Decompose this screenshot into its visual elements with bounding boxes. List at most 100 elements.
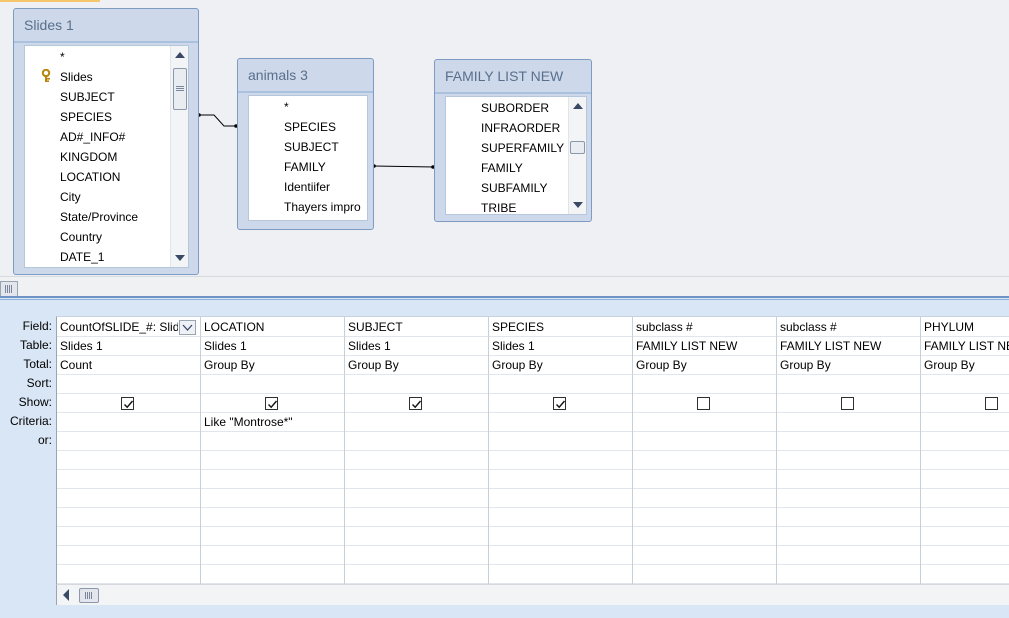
- field-item[interactable]: *: [25, 47, 170, 67]
- scroll-up-arrow-icon[interactable]: [569, 99, 586, 113]
- grid-cell-total[interactable]: Group By: [921, 356, 1009, 375]
- scroll-left-arrow-icon[interactable]: [61, 588, 71, 602]
- field-item[interactable]: AD#_INFO#: [25, 127, 170, 147]
- grid-cell-sort[interactable]: [57, 375, 198, 394]
- grid-cell-criteria[interactable]: [57, 413, 198, 432]
- field-item[interactable]: SUPERFAMILY: [446, 138, 568, 158]
- grid-cell-table[interactable]: FAMILY LIST NEW: [921, 337, 1009, 356]
- grid-cell-sort[interactable]: [345, 375, 486, 394]
- grid-cell-total[interactable]: Group By: [489, 356, 630, 375]
- grid-cell-total[interactable]: Group By: [201, 356, 342, 375]
- grid-cell-field[interactable]: subclass #: [633, 318, 774, 337]
- grid-cell-table[interactable]: FAMILY LIST NEW: [633, 337, 774, 356]
- field-item[interactable]: SUBJECT: [249, 137, 367, 157]
- field-list-box[interactable]: * SPECIES SUBJECT FAMILY Identiifer Thayers i…: [248, 95, 368, 221]
- grid-cell-criteria[interactable]: [345, 413, 486, 432]
- field-item[interactable]: City: [25, 187, 170, 207]
- field-item[interactable]: FAMILY: [249, 157, 367, 177]
- grid-cell-field[interactable]: SUBJECT: [345, 318, 486, 337]
- field-item[interactable]: Slides: [25, 67, 170, 87]
- grid-cell-or[interactable]: [489, 432, 630, 451]
- grid-cell-field[interactable]: CountOfSLIDE_#: Slide: [57, 318, 178, 337]
- grid-cell-total[interactable]: Group By: [345, 356, 486, 375]
- field-item[interactable]: LOCATION: [25, 167, 170, 187]
- field-list-slides-1[interactable]: Slides 1 * Slides SUBJECT SPECIES AD#_INFO# KI…: [13, 8, 199, 275]
- pane-splitter[interactable]: [0, 276, 1009, 297]
- field-dropdown-button[interactable]: [179, 320, 196, 335]
- field-list-scrollbar[interactable]: [568, 97, 586, 214]
- field-list-title[interactable]: animals 3: [248, 59, 308, 91]
- field-list-animals-3[interactable]: animals 3 * SPECIES SUBJECT FAMILY Identiifer…: [237, 58, 374, 230]
- field-item[interactable]: Country: [25, 227, 170, 247]
- show-checkbox[interactable]: [697, 397, 710, 410]
- horizontal-scroll-thumb[interactable]: [79, 588, 99, 603]
- field-item[interactable]: FAMILY: [446, 158, 568, 178]
- field-item[interactable]: INFRAORDER: [446, 118, 568, 138]
- grid-cell-criteria[interactable]: [921, 413, 1009, 432]
- show-checkbox[interactable]: [985, 397, 998, 410]
- show-checkbox[interactable]: [409, 397, 422, 410]
- field-item[interactable]: SUBORDER: [446, 98, 568, 118]
- grid-cell-criteria[interactable]: [489, 413, 630, 432]
- grid-cell-total[interactable]: Group By: [633, 356, 774, 375]
- grid-cell-sort[interactable]: [633, 375, 774, 394]
- grid-cell-sort[interactable]: [489, 375, 630, 394]
- grid-cell-or[interactable]: [777, 432, 918, 451]
- grid-cell-field[interactable]: PHYLUM: [921, 318, 1009, 337]
- grid-cell-sort[interactable]: [201, 375, 342, 394]
- vertical-scroll-thumb[interactable]: [570, 141, 585, 154]
- field-list-scrollbar[interactable]: [170, 46, 188, 267]
- query-design-diagram: Slides 1 * Slides SUBJECT SPECIES AD#_INFO# KI…: [0, 0, 1009, 276]
- field-item[interactable]: *: [249, 97, 367, 117]
- splitter-scroll-thumb[interactable]: [0, 281, 18, 297]
- grid-cell-field[interactable]: SPECIES: [489, 318, 630, 337]
- field-item[interactable]: SUBJECT: [25, 87, 170, 107]
- grid-cell-total[interactable]: Count: [57, 356, 198, 375]
- field-item[interactable]: TRIBE: [446, 198, 568, 214]
- show-checkbox[interactable]: [553, 397, 566, 410]
- field-list-family-list-new[interactable]: FAMILY LIST NEW SUBORDER INFRAORDER SUPERFA…: [434, 59, 592, 222]
- grid-cell-table[interactable]: Slides 1: [345, 337, 486, 356]
- scroll-up-arrow-icon[interactable]: [171, 48, 188, 62]
- field-item[interactable]: SPECIES: [25, 107, 170, 127]
- field-list-box[interactable]: SUBORDER INFRAORDER SUPERFAMILY FAMILY SUBFA…: [445, 96, 587, 215]
- field-list-title[interactable]: FAMILY LIST NEW: [445, 60, 563, 92]
- field-list-title[interactable]: Slides 1: [24, 9, 74, 41]
- grid-cell-criteria[interactable]: [777, 413, 918, 432]
- vertical-scroll-thumb[interactable]: [173, 68, 187, 110]
- grid-cell-table[interactable]: FAMILY LIST NEW: [777, 337, 918, 356]
- grid-cell-field[interactable]: LOCATION: [201, 318, 342, 337]
- grid-cell-table[interactable]: Slides 1: [57, 337, 198, 356]
- field-item[interactable]: DATE_1: [25, 247, 170, 267]
- pane-divider-line-inner: [0, 299, 1009, 300]
- field-item[interactable]: KINGDOM: [25, 147, 170, 167]
- field-item[interactable]: Thayers impro: [249, 197, 367, 217]
- field-item[interactable]: Identiifer: [249, 177, 367, 197]
- query-design-grid[interactable]: CountOfSLIDE_#: Slide Slides 1 Count LOCATI…: [56, 316, 1009, 585]
- show-checkbox[interactable]: [121, 397, 134, 410]
- grid-cell-criteria[interactable]: [633, 413, 774, 432]
- grid-cell-total[interactable]: Group By: [777, 356, 918, 375]
- show-checkbox[interactable]: [841, 397, 854, 410]
- field-name: FAMILY: [481, 161, 523, 175]
- grid-cell-or[interactable]: [921, 432, 1009, 451]
- grid-cell-or[interactable]: [201, 432, 342, 451]
- grid-horizontal-scrollbar[interactable]: [56, 584, 1009, 605]
- field-item[interactable]: SPECIES: [249, 117, 367, 137]
- scroll-down-arrow-icon[interactable]: [171, 251, 188, 265]
- field-item[interactable]: State/Province: [25, 207, 170, 227]
- grid-cell-or[interactable]: [345, 432, 486, 451]
- field-list-box[interactable]: * Slides SUBJECT SPECIES AD#_INFO# KINGDOM LOC…: [24, 45, 189, 268]
- grid-cell-sort[interactable]: [777, 375, 918, 394]
- show-checkbox[interactable]: [265, 397, 278, 410]
- grid-cell-table[interactable]: Slides 1: [201, 337, 342, 356]
- grid-cell-table[interactable]: Slides 1: [489, 337, 630, 356]
- field-item[interactable]: SUBFAMILY: [446, 178, 568, 198]
- grid-cell-sort[interactable]: [921, 375, 1009, 394]
- field-name: INFRAORDER: [481, 121, 561, 135]
- grid-cell-or[interactable]: [57, 432, 198, 451]
- grid-cell-field[interactable]: subclass #: [777, 318, 918, 337]
- grid-cell-or[interactable]: [633, 432, 774, 451]
- scroll-down-arrow-icon[interactable]: [569, 198, 586, 212]
- grid-cell-criteria[interactable]: Like "Montrose*": [201, 413, 342, 432]
